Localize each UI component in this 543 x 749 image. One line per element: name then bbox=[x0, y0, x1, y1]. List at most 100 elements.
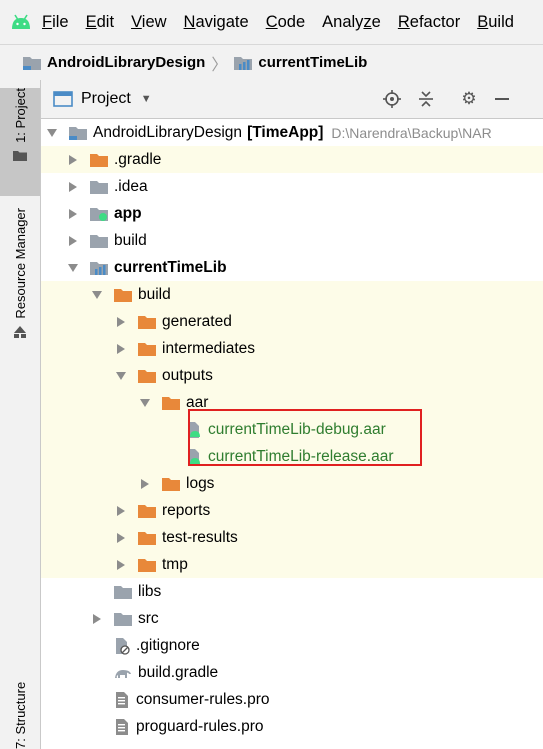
project-view-icon bbox=[53, 91, 73, 107]
excluded-folder-icon bbox=[113, 287, 133, 303]
minimize-icon[interactable] bbox=[489, 80, 515, 118]
gradle-elephant-icon bbox=[113, 665, 133, 681]
tree-node-label: build.gradle bbox=[138, 663, 219, 681]
expanded-arrow-icon[interactable] bbox=[91, 289, 103, 301]
collapsed-arrow-icon[interactable] bbox=[67, 235, 79, 247]
collapsed-arrow-icon[interactable] bbox=[115, 532, 127, 544]
locate-icon[interactable] bbox=[379, 80, 405, 118]
tree-node-label: currentTimeLib-release.aar bbox=[208, 447, 394, 465]
tree-node-label: test-results bbox=[162, 528, 238, 546]
aar-file-icon bbox=[185, 448, 203, 466]
tab-structure[interactable]: 7: Structure bbox=[0, 654, 40, 749]
expanded-arrow-icon[interactable] bbox=[46, 127, 58, 139]
tree-node-label: aar bbox=[186, 393, 209, 411]
menu-code[interactable]: Code bbox=[266, 13, 305, 32]
excluded-folder-icon bbox=[137, 368, 157, 384]
breadcrumb-module-label: currentTimeLib bbox=[258, 54, 368, 71]
tree-node-tmp[interactable]: tmp bbox=[41, 551, 543, 578]
menu-navigate[interactable]: Navigate bbox=[184, 13, 249, 32]
resource-manager-icon bbox=[13, 325, 27, 344]
menu-edit[interactable]: Edit bbox=[86, 13, 114, 32]
expanded-arrow-icon[interactable] bbox=[115, 370, 127, 382]
library-module-icon bbox=[89, 260, 109, 276]
excluded-folder-icon bbox=[137, 557, 157, 573]
expanded-arrow-icon[interactable] bbox=[139, 397, 151, 409]
menu-refactor[interactable]: Refactor bbox=[398, 13, 460, 32]
menu-mnemonic: R bbox=[397, 12, 410, 31]
excluded-folder-icon bbox=[137, 341, 157, 357]
project-tree: AndroidLibraryDesign [TimeApp] D:\Narend… bbox=[41, 119, 543, 749]
menu-analyze[interactable]: Analyze bbox=[322, 13, 381, 32]
gear-icon[interactable]: ⚙ bbox=[456, 80, 482, 118]
menu-mnemonic: C bbox=[265, 12, 278, 31]
tree-node-label: logs bbox=[186, 474, 215, 492]
menu-build[interactable]: Build bbox=[477, 13, 514, 32]
tree-node-root[interactable]: AndroidLibraryDesign [TimeApp] D:\Narend… bbox=[41, 119, 543, 146]
folder-icon bbox=[113, 584, 133, 600]
collapsed-arrow-icon[interactable] bbox=[67, 208, 79, 220]
folder-icon bbox=[89, 233, 109, 249]
tree-node-module-tag: [TimeApp] bbox=[247, 123, 324, 141]
tree-node-lib-build[interactable]: build bbox=[41, 281, 543, 308]
tab-project[interactable]: 1: Project bbox=[0, 88, 40, 196]
chevron-down-icon[interactable]: ▼ bbox=[141, 93, 152, 105]
collapsed-arrow-icon[interactable] bbox=[91, 613, 103, 625]
library-module-icon bbox=[233, 55, 253, 71]
expanded-arrow-icon[interactable] bbox=[67, 262, 79, 274]
collapse-all-icon[interactable] bbox=[413, 80, 439, 118]
tree-node-label: libs bbox=[138, 582, 162, 600]
tree-node-intermediates[interactable]: intermediates bbox=[41, 335, 543, 362]
tree-node-label: build bbox=[114, 231, 147, 249]
tree-node-gitignore[interactable]: .gitignore bbox=[41, 632, 543, 659]
breadcrumb: AndroidLibraryDesign 〉 currentTimeLib bbox=[0, 44, 543, 81]
tree-node-test-results[interactable]: test-results bbox=[41, 524, 543, 551]
tree-node-label: .gradle bbox=[114, 150, 162, 168]
project-view-selector[interactable]: Project bbox=[81, 90, 131, 108]
menu-file[interactable]: File bbox=[42, 13, 69, 32]
tree-node-libs[interactable]: libs bbox=[41, 578, 543, 605]
tree-node-label: intermediates bbox=[162, 339, 256, 357]
excluded-folder-icon bbox=[161, 395, 181, 411]
project-folder-icon bbox=[22, 55, 42, 71]
menu-mnemonic: N bbox=[183, 12, 196, 31]
tree-node-consumer-rules[interactable]: consumer-rules.pro bbox=[41, 686, 543, 713]
breadcrumb-module[interactable]: currentTimeLib bbox=[233, 54, 367, 71]
tree-node-build-root[interactable]: build bbox=[41, 227, 543, 254]
project-folder-icon bbox=[68, 125, 88, 141]
tree-node-generated[interactable]: generated bbox=[41, 308, 543, 335]
tree-node-outputs[interactable]: outputs bbox=[41, 362, 543, 389]
collapsed-arrow-icon[interactable] bbox=[139, 478, 151, 490]
tree-node-current-time-lib[interactable]: currentTimeLib bbox=[41, 254, 543, 281]
breadcrumb-project[interactable]: AndroidLibraryDesign bbox=[22, 54, 205, 71]
excluded-folder-icon bbox=[89, 152, 109, 168]
tree-node-app[interactable]: app bbox=[41, 200, 543, 227]
collapsed-arrow-icon[interactable] bbox=[115, 316, 127, 328]
excluded-folder-icon bbox=[137, 503, 157, 519]
tab-resource-manager-label: Resource Manager bbox=[12, 208, 28, 319]
tree-node-label: outputs bbox=[162, 366, 213, 384]
ignore-file-icon bbox=[113, 637, 131, 655]
tree-node-reports[interactable]: reports bbox=[41, 497, 543, 524]
tree-node-build-gradle[interactable]: build.gradle bbox=[41, 659, 543, 686]
tab-resource-manager[interactable]: Resource Manager bbox=[0, 208, 40, 368]
tree-node-aar-debug[interactable]: currentTimeLib-debug.aar bbox=[41, 416, 543, 443]
left-tool-window-strip: 1: Project Resource Manager 7: Structure bbox=[0, 80, 41, 749]
menu-mnemonic: V bbox=[131, 12, 142, 31]
menu-mnemonic: B bbox=[477, 12, 489, 31]
tree-node-src[interactable]: src bbox=[41, 605, 543, 632]
tree-node-idea[interactable]: .idea bbox=[41, 173, 543, 200]
tree-node-aar[interactable]: aar bbox=[41, 389, 543, 416]
excluded-folder-icon bbox=[161, 476, 181, 492]
collapsed-arrow-icon[interactable] bbox=[115, 505, 127, 517]
tree-node-logs[interactable]: logs bbox=[41, 470, 543, 497]
collapsed-arrow-icon[interactable] bbox=[67, 181, 79, 193]
tree-node-gradle[interactable]: .gradle bbox=[41, 146, 543, 173]
collapsed-arrow-icon[interactable] bbox=[115, 343, 127, 355]
menu-view[interactable]: View bbox=[131, 13, 166, 32]
collapsed-arrow-icon[interactable] bbox=[115, 559, 127, 571]
tree-node-proguard-rules[interactable]: proguard-rules.pro bbox=[41, 713, 543, 740]
tree-node-label: .gitignore bbox=[136, 636, 200, 654]
tree-node-aar-release[interactable]: currentTimeLib-release.aar bbox=[41, 443, 543, 470]
tree-node-label: build bbox=[138, 285, 171, 303]
collapsed-arrow-icon[interactable] bbox=[67, 154, 79, 166]
